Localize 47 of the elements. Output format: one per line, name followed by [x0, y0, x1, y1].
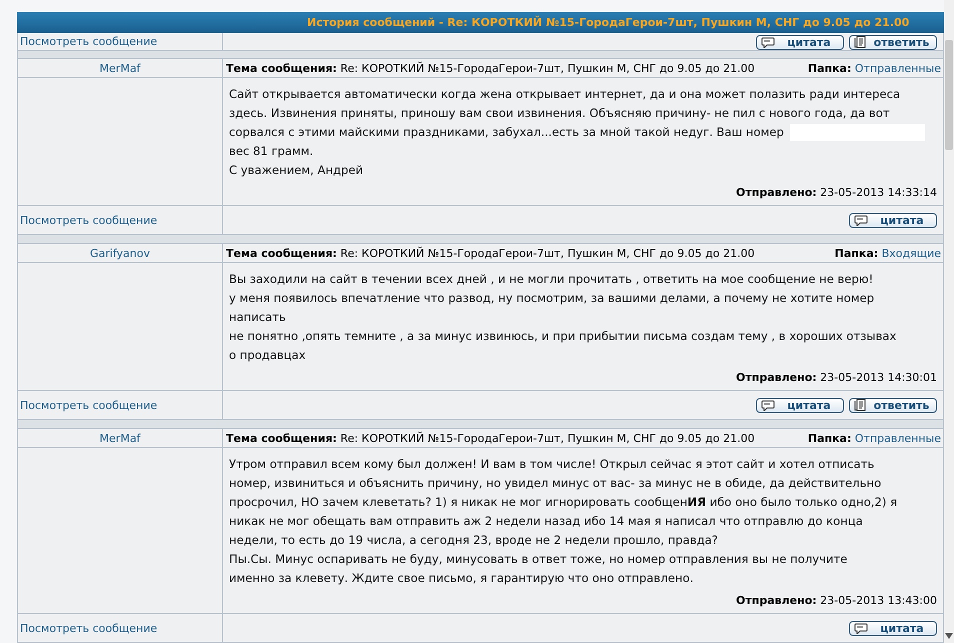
speech-bubble-icon [854, 622, 868, 634]
scrollbar-thumb[interactable] [945, 40, 953, 150]
folder-label: Папка: [808, 432, 852, 444]
scroll-down-icon[interactable] [945, 633, 953, 639]
speech-bubble-icon [761, 400, 775, 411]
message-text: написать [229, 309, 286, 326]
message-text: Пы.Сы. Минус оспаривать не буду, минусовать в ответ тоже, но номер отправления вы не получите [229, 551, 848, 568]
author-link[interactable]: MerMaf [100, 62, 140, 75]
folder-link[interactable]: Входящие [882, 246, 941, 260]
message-text: Утром отправил всем кому был должен! И вам в том числе! Открыл сейчас я этот сайт и хотел отписать [229, 456, 874, 473]
folder-label: Папка: [808, 62, 852, 75]
folder-link[interactable]: Отправленные [854, 432, 941, 444]
message-subject: Тема сообщения: Re: КОРОТКИЙ №15-ГородаГерои-7шт, Пушкин М, СНГ до 9.05 до 21.00 [226, 246, 755, 260]
author-link[interactable]: MerMaf [100, 432, 140, 444]
reply-button[interactable]: ответить [849, 34, 937, 50]
message-text: С уважением, Андрей [229, 162, 364, 180]
message-text: не понятно ,опять темните , а за минус извинюсь, и при прибытии письма создам тему , в хороших отзывах [229, 328, 896, 346]
document-icon [854, 399, 867, 412]
document-icon [854, 36, 867, 48]
sent-date: Отправлено: 23-05-2013 14:30:01 [736, 371, 937, 386]
quote-button[interactable]: цитата [849, 212, 937, 228]
sent-date: Отправлено: 23-05-2013 13:43:00 [736, 594, 937, 608]
message-subject: Тема сообщения: Re: КОРОТКИЙ №15-ГородаГерои-7шт, Пушкин М, СНГ до 9.05 до 21.00 [226, 62, 755, 75]
message-text: Вы заходили на сайт в течении всех дней , и не могли прочитать , ответить на мое сообщение не верю! [229, 271, 874, 288]
message-subject: Тема сообщения: Re: КОРОТКИЙ №15-ГородаГерои-7шт, Пушкин М, СНГ до 9.05 до 21.00 [226, 432, 755, 444]
message-text: у меня появилось впечатление что развод, ну посмотрим, за вашими делами, а почему не хотите номер [229, 290, 874, 308]
speech-bubble-icon [761, 36, 775, 48]
window-title: История сообщений - Re: КОРОТКИЙ №15-ГородаГерои-7шт, Пушкин М, СНГ до 9.05 до 21.00 [17, 12, 944, 33]
message-text: Сайт открывается автоматически когда жена открывает интернет, да и она может полазить ради интереса [229, 86, 900, 104]
message-text: о продавцах [229, 347, 306, 364]
quote-button[interactable]: цитата [756, 34, 844, 50]
message-text: вес 81 грамм. [229, 143, 314, 160]
message-text: недели, то есть до 19 числа, а сегодня 23, вроде не 2 недели прошло, правда? [229, 532, 718, 549]
speech-bubble-icon [854, 214, 868, 226]
message-text: просрочил, НО зачем клеветать? 1) я никак не мог игнорировать сообщенИЯ ибо оно было только одно,2) я [229, 494, 898, 511]
folder-link[interactable]: Отправленные [854, 62, 941, 75]
message-text: здесь. Извинения приняты, приношу вам свои извинения. Объясняю причину- не пил с нового года, да вот [229, 105, 890, 122]
message-text: сорвался с этими майскими праздниками, забухал...есть за мной такой недуг. Ваш номер [229, 124, 784, 142]
message-text: никак не мог обещать вам отправить аж 2 недели назад ибо 14 мая я написал что отправлю до конца [229, 513, 863, 530]
quote-button[interactable]: цитата [756, 398, 844, 413]
message-text: именно за клевету. Ждите свое письмо, я гарантирую что оно отправлено. [229, 570, 694, 587]
sent-date: Отправлено: 23-05-2013 14:33:14 [736, 186, 937, 200]
reply-button[interactable]: ответить [849, 398, 937, 413]
message-text: номер, извиниться и объяснить причину, но увидел минус от вас- за минус не в обиде, да действительно [229, 475, 882, 492]
folder-label: Папка: [834, 246, 878, 260]
scrollbar[interactable] [944, 0, 954, 643]
quote-button[interactable]: цитата [849, 620, 937, 636]
